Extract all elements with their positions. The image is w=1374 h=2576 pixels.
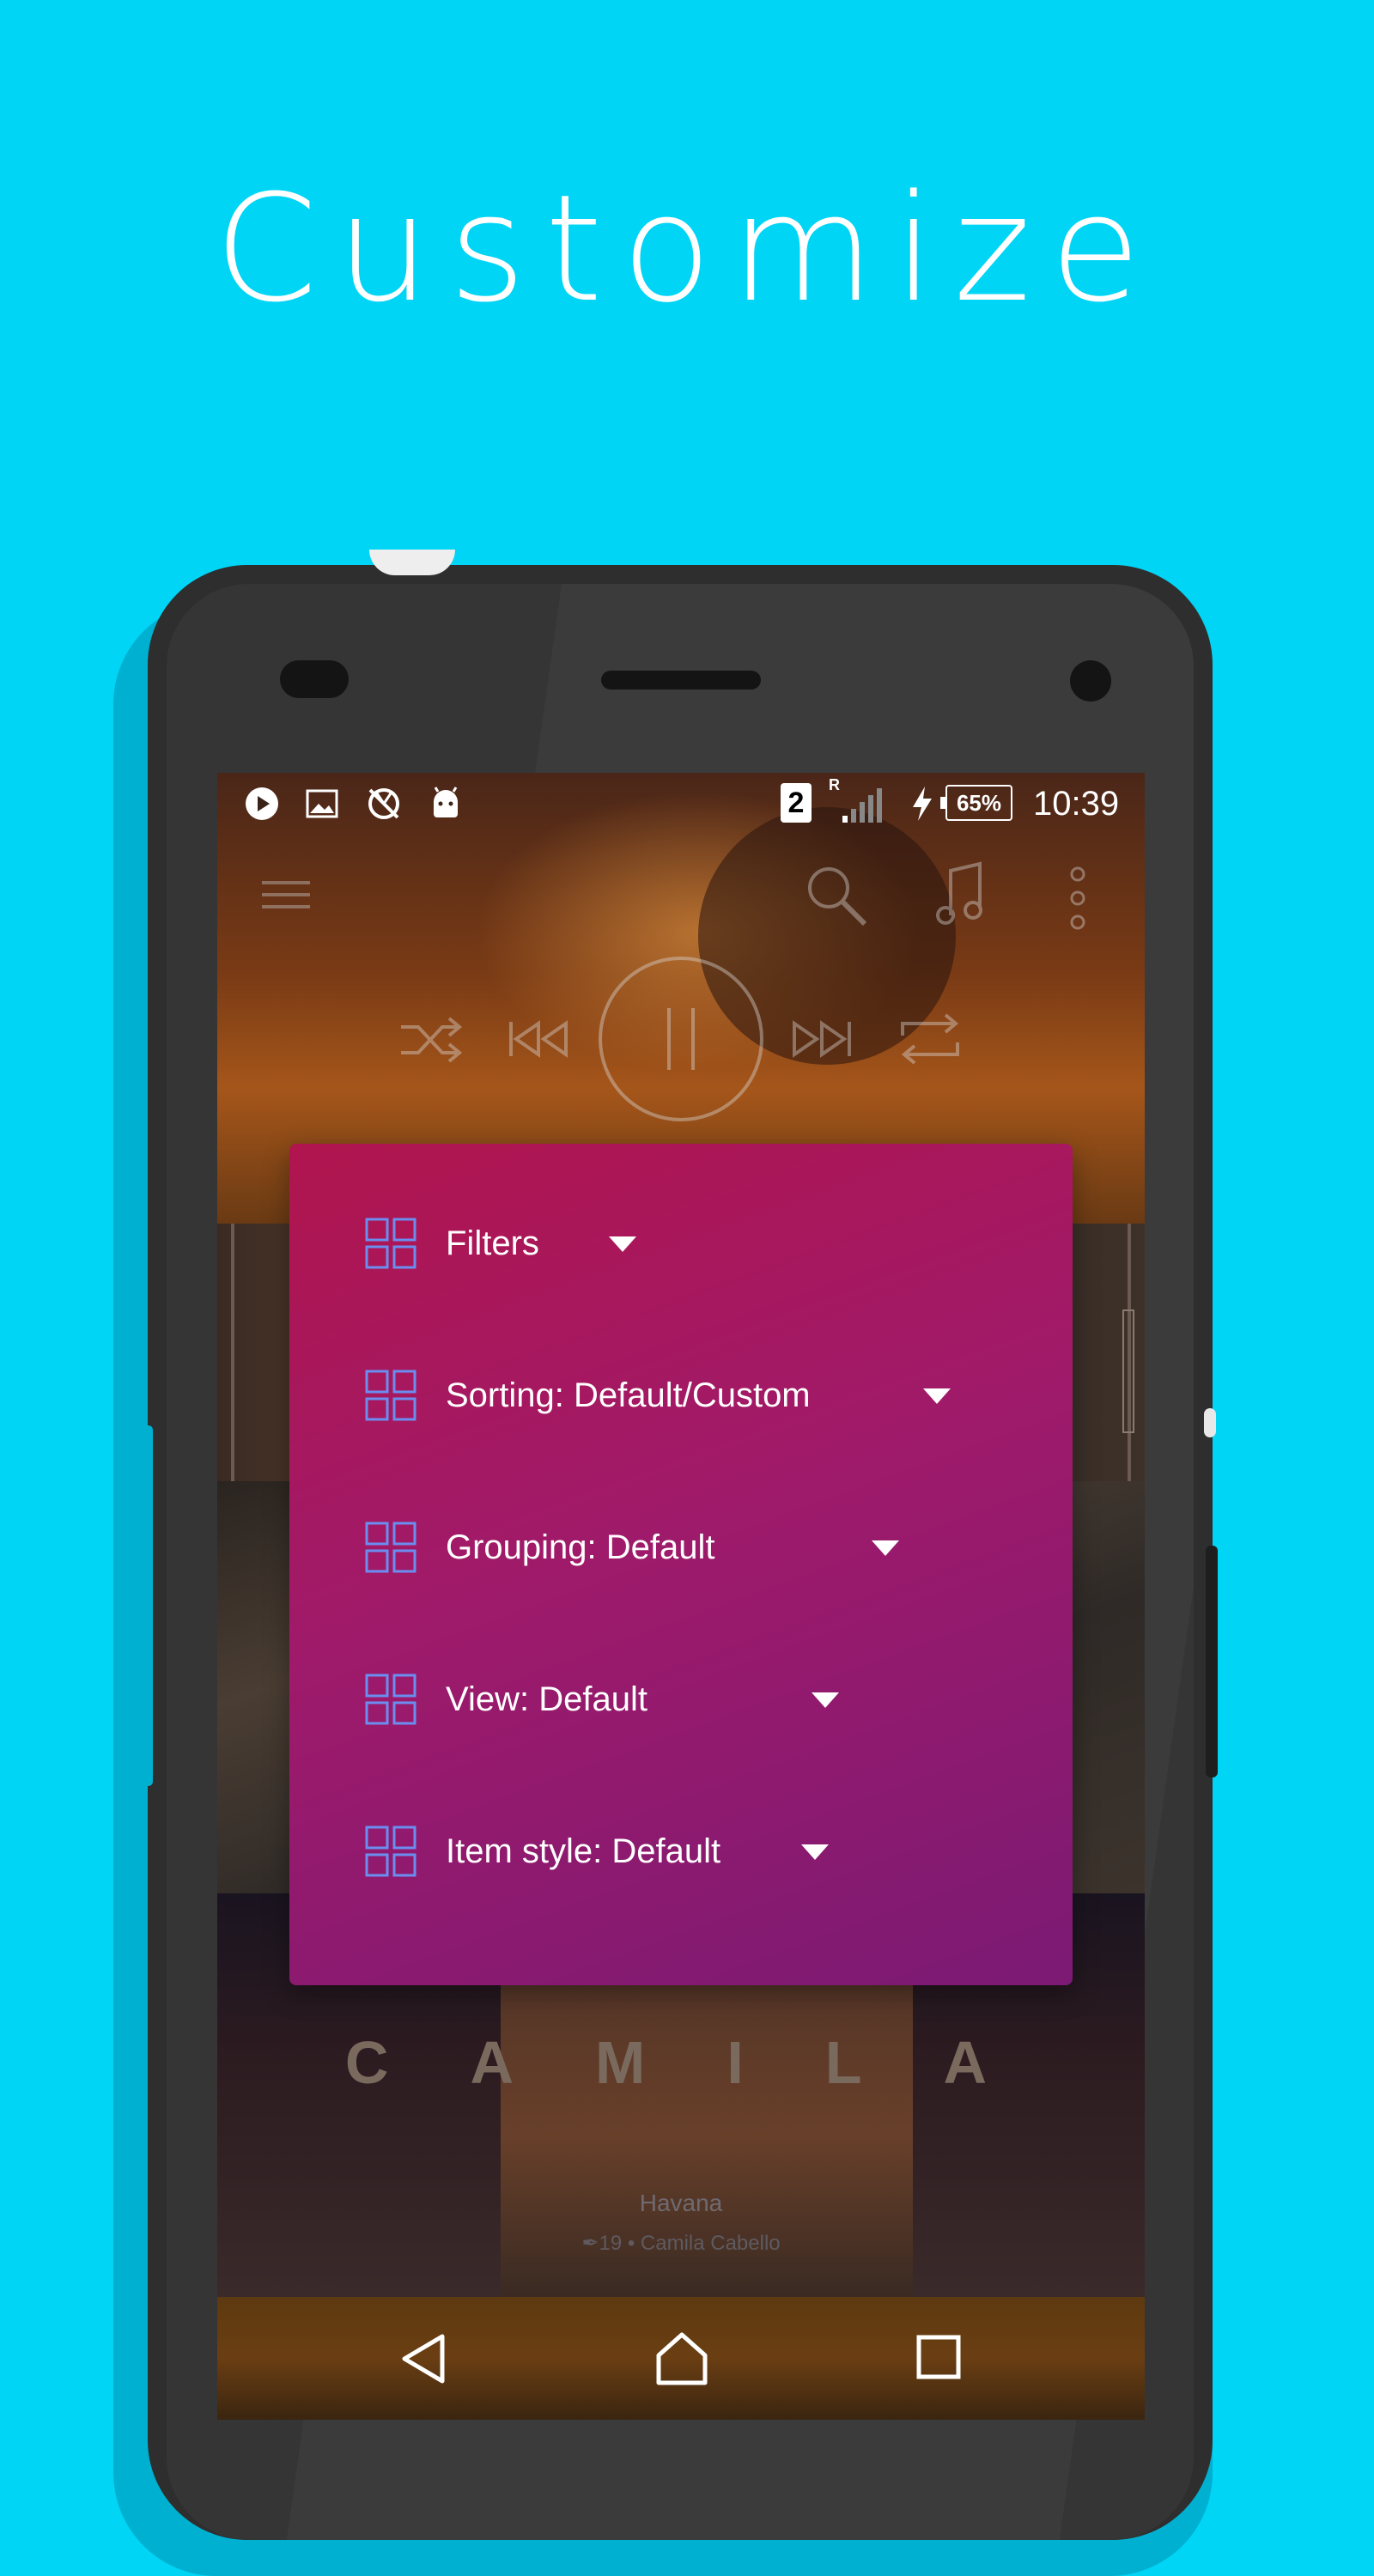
view-options-menu: Filters Sorting: Default/Custom Grouping… xyxy=(289,1144,1073,1985)
menu-item-sorting[interactable]: Sorting: Default/Custom xyxy=(289,1344,1073,1447)
toolbar xyxy=(217,835,1145,955)
repeat-icon[interactable] xyxy=(896,1012,964,1066)
status-clock: 10:39 xyxy=(1033,785,1120,823)
play-circle-icon xyxy=(246,787,278,820)
player-controls xyxy=(217,955,1145,1127)
grid-icon xyxy=(365,1826,416,1877)
menu-item-label: View: Default xyxy=(446,1680,647,1718)
sync-off-icon xyxy=(368,788,399,819)
chevron-down-icon[interactable] xyxy=(812,1692,839,1708)
grid-icon xyxy=(365,1218,416,1269)
menu-item-label: Grouping: Default xyxy=(446,1528,715,1566)
scrollbar[interactable] xyxy=(1122,1309,1134,1433)
system-nav-bar xyxy=(217,2297,1145,2420)
grid-icon xyxy=(365,1370,416,1421)
chevron-down-icon[interactable] xyxy=(609,1236,636,1252)
menu-item-label: Filters xyxy=(446,1224,539,1262)
recents-icon[interactable] xyxy=(916,2335,961,2379)
menu-item-filters[interactable]: Filters xyxy=(289,1192,1073,1295)
android-icon xyxy=(434,787,458,817)
menu-item-grouping[interactable]: Grouping: Default xyxy=(289,1496,1073,1599)
divider xyxy=(231,1224,234,1481)
more-vert-icon[interactable] xyxy=(1067,866,1088,931)
status-bar: 2 R 65% 10:39 xyxy=(217,773,1145,835)
image-icon xyxy=(306,789,338,818)
track-subtitle: ✒19 • Camila Cabello xyxy=(581,2232,781,2255)
menu-item-view[interactable]: View: Default xyxy=(289,1648,1073,1751)
chevron-down-icon[interactable] xyxy=(923,1388,951,1404)
grid-icon xyxy=(365,1522,416,1573)
pause-icon[interactable] xyxy=(597,955,765,1123)
menu-icon[interactable] xyxy=(260,878,312,912)
track-title[interactable]: Havana xyxy=(217,2190,1145,2217)
chevron-down-icon[interactable] xyxy=(872,1540,899,1556)
proximity-sensor xyxy=(280,660,349,698)
phone-screen: CAMILA Havana ✒19 • Camila Cabello 2 R 6… xyxy=(217,773,1145,2420)
back-icon[interactable] xyxy=(399,2333,447,2385)
home-icon[interactable] xyxy=(655,2331,708,2386)
sim-slot-badge: 2 xyxy=(781,783,812,823)
earpiece-speaker xyxy=(601,671,761,690)
charging-icon xyxy=(913,787,932,821)
grid-icon xyxy=(365,1674,416,1725)
menu-item-item-style[interactable]: Item style: Default xyxy=(289,1800,1073,1903)
menu-item-label: Item style: Default xyxy=(446,1832,721,1870)
front-camera xyxy=(1070,660,1111,702)
headline: Customize xyxy=(214,162,1160,335)
volume-button xyxy=(1206,1546,1218,1777)
power-button xyxy=(1204,1408,1216,1437)
signal-icon xyxy=(842,788,882,823)
search-icon[interactable] xyxy=(801,860,870,929)
shuffle-icon[interactable] xyxy=(398,1015,463,1063)
battery-indicator: 65% xyxy=(940,785,1012,821)
phone-top-nub xyxy=(369,550,455,575)
album-art-text: CAMILA xyxy=(344,2029,1069,2096)
menu-item-label: Sorting: Default/Custom xyxy=(446,1376,811,1414)
music-note-icon[interactable] xyxy=(933,860,985,929)
previous-icon[interactable] xyxy=(508,1020,569,1058)
left-side-button xyxy=(144,1425,153,1786)
next-icon[interactable] xyxy=(791,1020,853,1058)
chevron-down-icon[interactable] xyxy=(801,1844,829,1860)
